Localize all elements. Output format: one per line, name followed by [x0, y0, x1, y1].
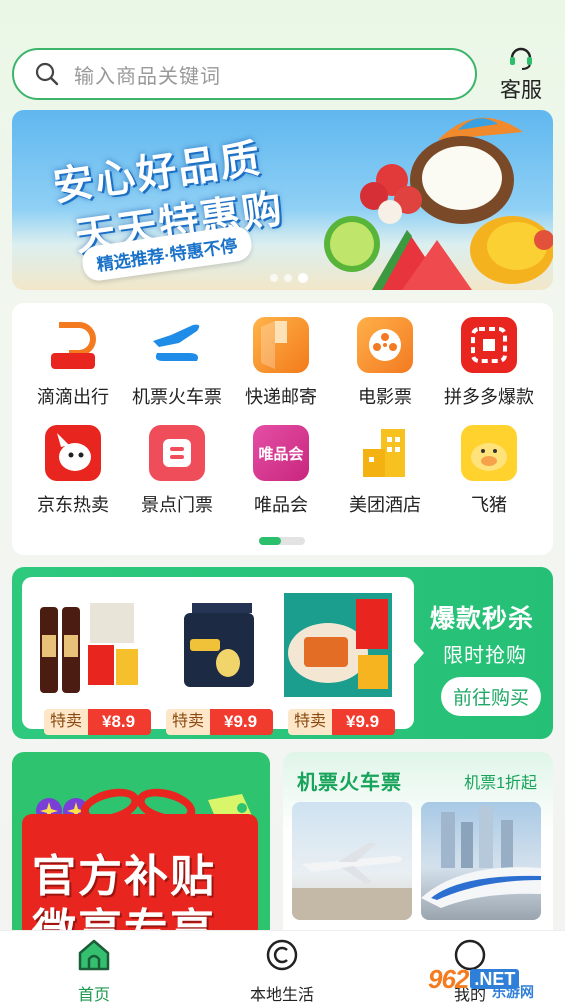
- product-image-snack-bag: [184, 603, 254, 687]
- plane-icon: [149, 317, 205, 373]
- tab-home[interactable]: 首页: [44, 937, 144, 1004]
- flash-sale-subtitle: 限时抢购: [443, 645, 527, 667]
- grid-page-indicator-active: [259, 537, 281, 545]
- grid-item-label: 滴滴出行: [37, 387, 109, 407]
- local-life-icon: [266, 939, 298, 971]
- jd-dog-icon: [45, 425, 101, 481]
- flight-train-title: 机票火车票: [297, 772, 402, 794]
- banner-dot: [270, 274, 278, 282]
- price-tag-label: 特卖: [288, 709, 333, 735]
- price-tag-label: 特卖: [166, 709, 211, 735]
- customer-service-label: 客服: [500, 79, 542, 102]
- search-placeholder: 输入商品关键词: [74, 65, 221, 88]
- grid-item-label: 快递邮寄: [245, 387, 317, 407]
- ticket-icon: [149, 425, 205, 481]
- grid-page-indicator: [259, 537, 305, 545]
- vip-icon-text: 唯品会: [258, 445, 304, 463]
- banner-pagination: [270, 273, 308, 283]
- grid-item-label: 飞猪: [471, 495, 507, 515]
- flash-sale-title: 爆款秒杀: [430, 605, 535, 633]
- grid-item-jd[interactable]: 京东热卖: [21, 425, 125, 517]
- train-photo: [421, 802, 541, 920]
- grid-item-label: 美团酒店: [349, 495, 421, 515]
- flash-sale-card[interactable]: 特卖 ¥8.9 特卖 ¥9.9 特卖 ¥9.9 爆款秒杀 限时抢购 前往购买: [12, 567, 553, 739]
- service-grid: 滴滴出行 机票火车票 快递邮寄 电影票 拼多多爆款 京东热卖 景点门票 唯品会 …: [12, 303, 553, 555]
- price-tag: 特卖 ¥8.9: [44, 709, 152, 735]
- search-icon: [35, 62, 59, 86]
- grid-item-express[interactable]: 快递邮寄: [229, 317, 333, 409]
- watermark-site-name: 乐游网: [492, 984, 534, 1000]
- price-value: ¥8.9: [88, 709, 152, 735]
- grid-item-movie[interactable]: 电影票: [333, 317, 437, 409]
- official-subsidy-card[interactable]: 官方补贴 微享专享: [12, 752, 270, 952]
- tab-label: 本地生活: [249, 987, 314, 1004]
- flash-sale-arrow: [410, 637, 424, 669]
- fliggy-pig-icon: [461, 425, 517, 481]
- headset-icon: [510, 47, 532, 70]
- airplane-photo: [292, 802, 412, 920]
- didi-icon: [45, 317, 101, 373]
- grid-item-label: 唯品会: [254, 495, 308, 515]
- grid-item-flights[interactable]: 机票火车票: [125, 317, 229, 409]
- grid-item-label: 京东热卖: [37, 495, 109, 515]
- banner-dot: [284, 274, 292, 282]
- search-input[interactable]: 输入商品关键词: [12, 48, 477, 100]
- price-tag: 特卖 ¥9.9: [288, 709, 396, 735]
- watermark-number: 962: [428, 963, 469, 994]
- grid-item-fliggy[interactable]: 飞猪: [437, 425, 541, 517]
- go-buy-button[interactable]: 前往购买: [441, 677, 542, 716]
- grid-item-vip[interactable]: 唯品会 唯品会: [229, 425, 333, 517]
- pinduoduo-icon: [461, 317, 517, 373]
- flight-promo: 机票1折起: [464, 775, 537, 792]
- grid-item-attractions[interactable]: 景点门票: [125, 425, 229, 517]
- film-reel-icon: [357, 317, 413, 373]
- home-icon: [78, 939, 110, 971]
- vip-icon: 唯品会: [253, 425, 309, 481]
- grid-item-didi[interactable]: 滴滴出行: [21, 317, 125, 409]
- grid-item-label: 机票火车票: [132, 387, 222, 407]
- product-image-grilled-noodles: [284, 593, 392, 697]
- fruit-illustration: [324, 136, 553, 290]
- price-value: ¥9.9: [332, 709, 396, 735]
- grid-item-pinduoduo[interactable]: 拼多多爆款: [437, 317, 541, 409]
- grid-item-meituan-hotel[interactable]: 美团酒店: [333, 425, 437, 517]
- package-icon: [253, 317, 309, 373]
- hotel-building-icon: [357, 425, 413, 481]
- product-image-soy-sauce: [40, 603, 138, 693]
- banner-dot-active: [298, 273, 308, 283]
- grid-item-label: 景点门票: [141, 495, 213, 515]
- grid-item-label: 拼多多爆款: [444, 387, 534, 407]
- price-tag: 特卖 ¥9.9: [166, 709, 274, 735]
- promo-banner[interactable]: 安心好品质 天天特惠购 精选推荐·特惠不停: [12, 110, 553, 290]
- price-tag-label: 特卖: [44, 709, 89, 735]
- tab-label: 首页: [77, 987, 110, 1004]
- price-value: ¥9.9: [210, 709, 274, 735]
- site-watermark: 962 .NET 乐游网: [428, 958, 560, 1001]
- tab-local-life[interactable]: 本地生活: [232, 937, 332, 1004]
- grid-item-label: 电影票: [358, 387, 412, 407]
- flight-train-card[interactable]: 机票火车票 机票1折起: [283, 752, 553, 952]
- flash-sale-products: 特卖 ¥8.9 特卖 ¥9.9 特卖 ¥9.9: [22, 577, 414, 735]
- customer-service-button[interactable]: 客服: [492, 42, 550, 104]
